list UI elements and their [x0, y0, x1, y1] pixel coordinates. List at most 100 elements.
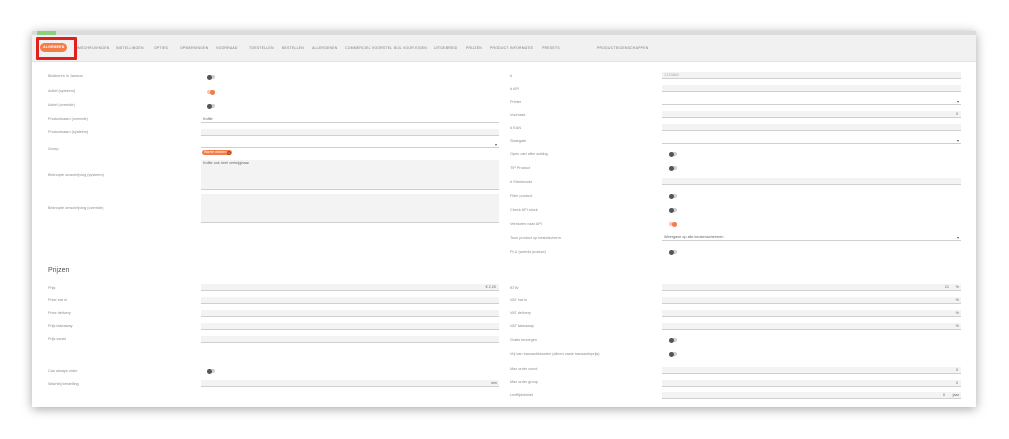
label-vrij: Vrij van transactiekosten (alleen vaste … [510, 352, 600, 356]
toggle-knob [207, 74, 212, 80]
tab-uitgebreid[interactable]: Uitgebreid [434, 44, 457, 52]
toggle-knob [669, 207, 674, 213]
toggle-check-api[interactable] [669, 207, 677, 213]
prijs-takeaway-input[interactable] [201, 323, 499, 330]
max-order-group-input[interactable]: 0 [662, 380, 961, 387]
tab-omschrijvingen[interactable]: Omschrijvingen [75, 44, 110, 52]
tab-opties[interactable]: Opties [154, 44, 168, 52]
toggle-knob [669, 337, 674, 343]
label-max-order-group: Max order group [510, 380, 538, 384]
label-groep: Groep [48, 147, 59, 151]
btw-input[interactable]: 21% [662, 284, 961, 291]
chevron-down-icon: ▾ [494, 142, 497, 147]
wachtrij-suffix: min [490, 381, 497, 385]
groep-chip-label: Warme dranken [204, 150, 227, 154]
label-plu: PLU (weerkt product) [510, 250, 546, 254]
toggle-versturen[interactable] [669, 221, 677, 227]
label-price-eat-in: Price eat in [48, 298, 67, 302]
groep-select[interactable]: ▾ [201, 141, 499, 148]
voorraad-value: 0 [955, 112, 958, 116]
tab-producteigenschappen[interactable]: Producteigenschappen [597, 44, 648, 52]
price-delivery-input[interactable] [201, 310, 499, 317]
tab-opmerkingen[interactable]: Opmerkingen [180, 44, 208, 52]
price-eat-in-input[interactable] [201, 297, 499, 304]
toggle-filter[interactable] [669, 193, 677, 199]
toggle-gratis[interactable] [669, 337, 677, 343]
label-blokkeren: Blokkeren in Jamezz [48, 74, 84, 78]
tab-bestellen[interactable]: Bestellen [282, 44, 304, 52]
label-stategate: Stategate [510, 139, 527, 143]
printer-select[interactable]: ▾ [662, 98, 961, 105]
vat-takeaway-pct: % [955, 324, 959, 328]
label-actief-override: Actief (override) [48, 103, 75, 107]
toggle-actief-systeem[interactable] [207, 89, 215, 95]
label-beknopte-override: Beknopte omschrijving (override) [48, 206, 104, 210]
toon-value: Weergave op alle keukenschermen [664, 235, 724, 239]
productnaam-override-input[interactable]: Koffie [201, 116, 499, 123]
label-voorraad: Voorraad [510, 113, 526, 117]
vat-eat-in-input[interactable]: % [662, 297, 961, 304]
max-order-count-value: 0 [955, 368, 958, 372]
vat-delivery-input[interactable]: % [662, 310, 961, 317]
label-prijs-vanaf: Prijs vanaf [48, 337, 66, 341]
label-api: # API [510, 87, 520, 91]
prijs-input[interactable]: € 2,20 [201, 284, 499, 291]
tab-commercieel-voorstel[interactable]: Commerciel voorstel [345, 44, 392, 52]
prijs-vanaf-input[interactable] [201, 336, 499, 343]
beknopte-override-textarea[interactable] [201, 194, 499, 223]
label-btw: BTW [510, 286, 519, 290]
tab-product-informatie[interactable]: Product informatie [490, 44, 533, 52]
api-input[interactable] [662, 85, 961, 92]
toggle-can-always-order[interactable] [207, 368, 215, 374]
voorraad-input[interactable]: 0 [662, 111, 961, 118]
label-productnaam-override: Productnaam (override) [48, 117, 88, 121]
toggle-vrij[interactable] [669, 351, 677, 357]
toggle-plu[interactable] [669, 249, 677, 255]
highlight-box [36, 37, 77, 60]
streekcode-input[interactable] [662, 178, 961, 185]
close-icon[interactable]: × [227, 150, 232, 155]
id-field: 1723860 [662, 72, 961, 79]
label-ean: # EAN [510, 126, 521, 130]
tab-prijzen[interactable]: Prijzen [466, 44, 482, 52]
leeftijd-value: 0 [942, 393, 945, 397]
vat-takeaway-input[interactable]: % [662, 323, 961, 330]
toggle-tip[interactable] [669, 165, 677, 171]
tab-allergenen[interactable]: Allergenen [312, 44, 338, 52]
label-max-order-count: Max order count [510, 367, 538, 371]
leeftijd-input[interactable]: 0 jaar [662, 392, 961, 399]
label-toon: Toon product op bestelscherm [510, 236, 561, 240]
tab-instellingen[interactable]: Instellingen [116, 44, 144, 52]
tab-presets[interactable]: Presets [542, 44, 560, 52]
toggle-knob [669, 151, 674, 157]
id-value: 1723860 [664, 73, 679, 77]
beknopte-systeem-textarea[interactable]: Koffie ook heel verkrijgbaar [201, 160, 499, 190]
max-order-count-input[interactable]: 0 [662, 367, 961, 374]
tab-voorraad[interactable]: Voorraad [216, 44, 238, 52]
toggle-open-cart[interactable] [669, 151, 677, 157]
label-filter: Filter product [510, 194, 533, 198]
productnaam-systeem-input[interactable] [201, 129, 499, 136]
ean-input[interactable] [662, 124, 961, 131]
toggle-knob [207, 103, 212, 109]
label-vat-delivery: VAT delivery [510, 311, 531, 315]
wachtrij-input[interactable]: min [201, 380, 499, 387]
section-title-prijzen: Prijzen [48, 267, 70, 274]
toon-select[interactable]: Weergave op alle keukenschermen ▾ [662, 234, 961, 241]
toggle-blokkeren[interactable] [207, 74, 215, 80]
tab-toestellen[interactable]: Toestellen [249, 44, 274, 52]
stategate-select[interactable]: ▾ [662, 137, 961, 144]
label-productnaam-systeem: Productnaam (systeem) [48, 130, 89, 134]
toggle-knob [207, 368, 212, 374]
label-beknopte-systeem: Beknopte omschrijving (systeem) [48, 173, 104, 177]
chevron-down-icon: ▾ [956, 99, 959, 104]
prijs-value: € 2,20 [485, 285, 496, 289]
btw-pct: % [955, 285, 959, 289]
label-leeftijd: Leeftijdslimiet [510, 393, 534, 397]
tab-bijl-voor-eigen[interactable]: Bijl voor eigen [394, 44, 427, 52]
beknopte-systeem-value: Koffie ook heel verkrijgbaar [203, 161, 249, 165]
toggle-knob [669, 165, 674, 171]
label-open-cart: Open cart after adding [510, 152, 548, 156]
toggle-actief-override[interactable] [207, 103, 215, 109]
label-vat-eat-in: VAT eat in [510, 298, 528, 302]
